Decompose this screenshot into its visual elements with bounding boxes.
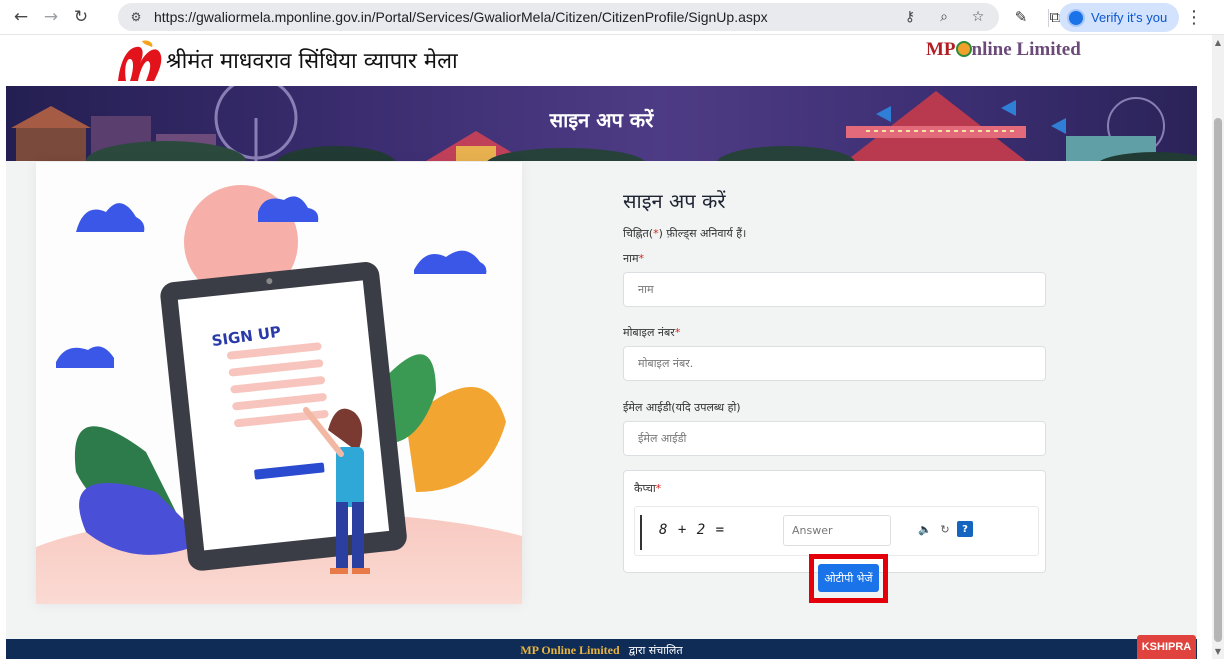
page-banner: साइन अप करें <box>6 86 1197 161</box>
signup-form: साइन अप करें चिह्नित(*) फ़ील्ड्स अनिवार्… <box>623 187 1063 573</box>
forward-icon[interactable]: → <box>36 2 66 32</box>
mela-logo-icon[interactable] <box>114 39 164 83</box>
name-input[interactable] <box>623 272 1046 307</box>
omnibox-actions: ⚷ ⌕ ☆ <box>899 6 989 28</box>
reload-icon[interactable]: ↻ <box>66 2 96 32</box>
name-label: नाम* <box>623 252 645 265</box>
back-icon[interactable]: ← <box>6 2 36 32</box>
scrollbar-thumb[interactable] <box>1214 118 1222 642</box>
bookmark-star-icon[interactable]: ☆ <box>967 6 989 28</box>
toolbar-divider <box>1048 9 1049 27</box>
site-info-icon[interactable]: ⚙ <box>124 5 148 29</box>
captcha-widget: 8 + 2 = 🔈 ↻ ? <box>634 506 1039 556</box>
captcha-actions: 🔈 ↻ ? <box>917 521 973 537</box>
signup-artwork: SIGN UP <box>36 185 522 604</box>
signup-illustration: SIGN UP <box>36 162 522 604</box>
send-otp-button[interactable]: ओटीपी भेजें <box>818 564 879 592</box>
pen-icon[interactable]: ✎ <box>1008 3 1034 31</box>
profile-avatar-icon <box>1067 8 1085 27</box>
form-title: साइन अप करें <box>623 189 726 213</box>
password-key-icon[interactable]: ⚷ <box>899 6 921 28</box>
captcha-divider <box>640 515 642 550</box>
captcha-label: कैप्चा* <box>634 482 662 495</box>
mobile-input[interactable] <box>623 346 1046 381</box>
kshipra-chat-button[interactable]: KSHIPRA <box>1137 635 1196 659</box>
page-footer: MP Online Limited द्वारा संचालित <box>6 639 1197 659</box>
mponline-logo[interactable]: MP nline Limited <box>926 39 1081 61</box>
help-icon[interactable]: ? <box>957 521 973 537</box>
site-header: श्रीमंत माधवराव सिंधिया व्यापार मेला MP n… <box>0 35 1212 86</box>
email-label: ईमेल आईडी(यदि उपलब्ध हो) <box>623 401 741 414</box>
audio-speaker-icon[interactable]: 🔈 <box>917 521 933 537</box>
scroll-down-arrow-icon[interactable]: ▼ <box>1212 647 1224 659</box>
site-title: श्रीमंत माधवराव सिंधिया व्यापार मेला <box>166 49 458 74</box>
mobile-label: मोबाइल नंबर* <box>623 326 681 339</box>
mandatory-note: चिह्नित(*) फ़ील्ड्स अनिवार्य हैं। <box>623 227 747 240</box>
page-root: ← → ↻ ⚙ https://gwaliormela.mponline.gov… <box>0 0 1224 659</box>
kebab-menu-icon[interactable]: ⋮ <box>1180 3 1208 31</box>
scroll-up-arrow-icon[interactable]: ▲ <box>1212 38 1224 50</box>
browser-toolbar: ← → ↻ ⚙ https://gwaliormela.mponline.gov… <box>0 0 1224 35</box>
captcha-question: 8 + 2 = <box>659 522 726 538</box>
footer-text: द्वारा संचालित <box>628 644 683 657</box>
address-bar[interactable]: ⚙ https://gwaliormela.mponline.gov.in/Po… <box>118 3 999 31</box>
url-text[interactable]: https://gwaliormela.mponline.gov.in/Port… <box>154 9 768 25</box>
captcha-answer-input[interactable] <box>783 515 891 546</box>
verify-identity-button[interactable]: Verify it's you <box>1059 3 1180 32</box>
refresh-icon[interactable]: ↻ <box>937 521 953 537</box>
main-content: SIGN UP साइन अप करें चिह्नित(*) फ़ील्ड्स… <box>6 161 1197 639</box>
banner-title: साइन अप करें <box>549 108 654 132</box>
zoom-icon[interactable]: ⌕ <box>933 6 955 28</box>
verify-label: Verify it's you <box>1091 10 1168 25</box>
footer-brand[interactable]: MP Online Limited <box>520 643 619 657</box>
email-input[interactable] <box>623 421 1046 456</box>
